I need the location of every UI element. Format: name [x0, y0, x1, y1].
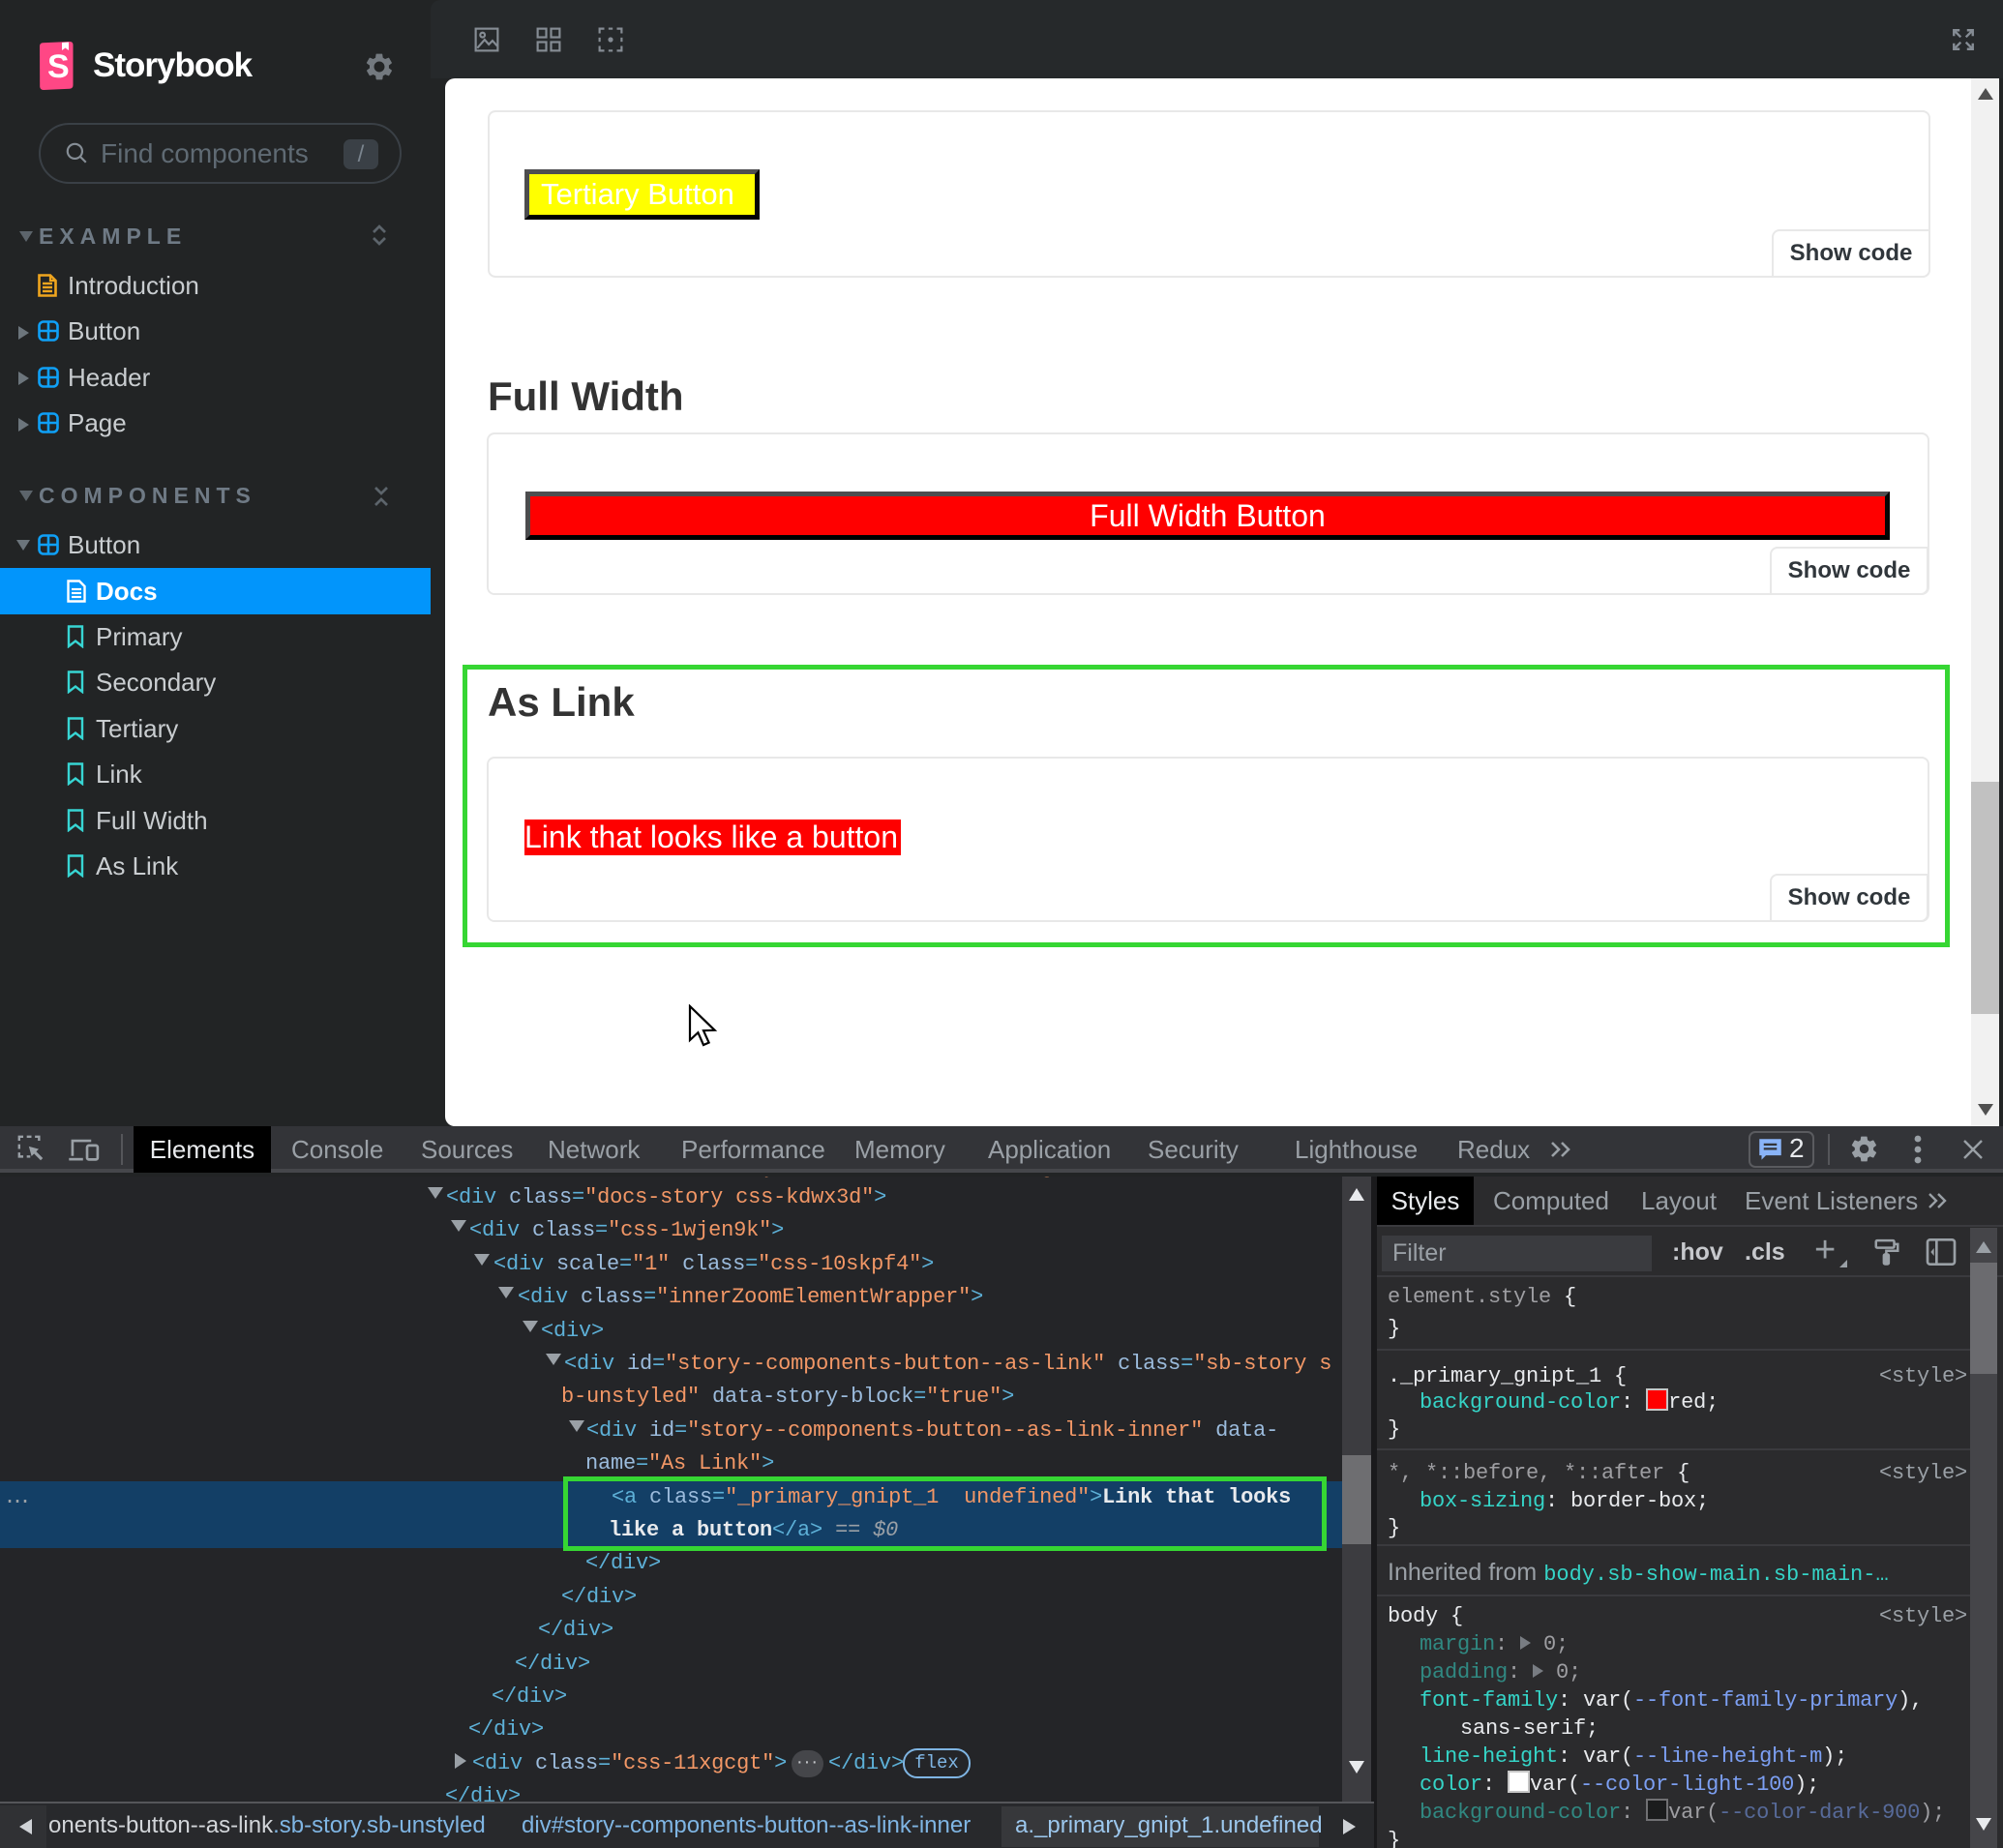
svg-text:S: S	[47, 48, 70, 85]
